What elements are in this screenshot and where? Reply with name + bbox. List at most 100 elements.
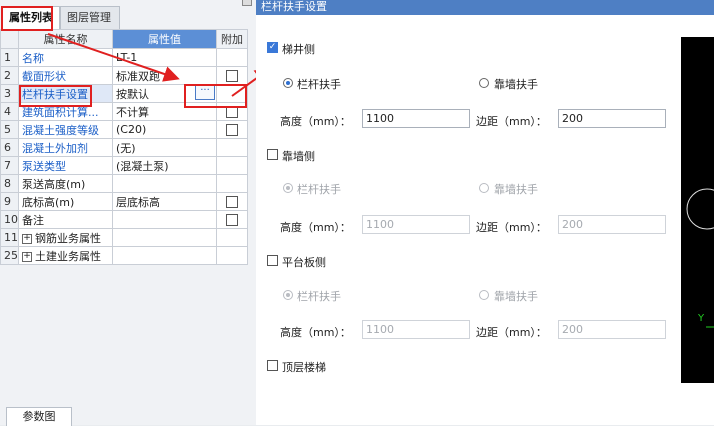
wall-railing-radio[interactable] xyxy=(283,183,293,193)
tab-layer-management[interactable]: 图层管理 xyxy=(60,6,120,30)
property-name: 底标高(m) xyxy=(18,192,113,211)
addition-cell xyxy=(216,120,248,139)
table-row[interactable]: 5 混凝土强度等级 (C20) xyxy=(0,120,248,139)
stairwell-wall-radio[interactable] xyxy=(479,78,489,88)
wall-railing-label: 栏杆扶手 xyxy=(297,183,341,196)
table-row[interactable]: 11 + 钢筋业务属性 xyxy=(0,228,248,247)
top-floor-label: 顶层楼梯 xyxy=(282,361,326,374)
wall-height-input[interactable]: 1100 xyxy=(362,215,470,234)
header-corner xyxy=(0,29,19,49)
wall-height-label: 高度（mm）： xyxy=(280,221,351,234)
platform-railing-radio[interactable] xyxy=(283,290,293,300)
addition-cell xyxy=(216,156,248,175)
table-row[interactable]: 7 泵送类型 (混凝土泵) xyxy=(0,156,248,175)
addition-cell xyxy=(216,174,248,193)
table-row[interactable]: 8 泵送高度(m) xyxy=(0,174,248,193)
property-name: 泵送高度(m) xyxy=(18,174,113,193)
property-table: 属性名称 属性值 附加 1 名称 LT-1 2 截面形状 标准双跑 3 栏杆扶手… xyxy=(0,29,248,265)
table-header-row: 属性名称 属性值 附加 xyxy=(0,29,248,49)
platform-side-checkbox[interactable] xyxy=(267,255,278,266)
property-value[interactable]: LT-1 xyxy=(112,48,217,67)
row-number: 1 xyxy=(0,48,19,67)
platform-side-label: 平台板侧 xyxy=(282,256,326,269)
addition-checkbox[interactable] xyxy=(226,214,238,226)
wall-side-checkbox[interactable] xyxy=(267,149,278,160)
property-value[interactable]: (混凝土泵) xyxy=(112,156,217,175)
property-name: 混凝土强度等级 xyxy=(18,120,113,139)
platform-wall-label: 靠墙扶手 xyxy=(494,290,538,303)
addition-cell xyxy=(216,66,248,85)
annotation-box-tab xyxy=(1,6,53,31)
preview-canvas[interactable]: Y xyxy=(681,37,714,383)
stairwell-railing-radio[interactable] xyxy=(283,78,293,88)
stairwell-margin-input[interactable]: 200 xyxy=(558,109,666,128)
addition-cell xyxy=(216,138,248,157)
row-number: 8 xyxy=(0,174,19,193)
table-row[interactable]: 6 混凝土外加剂 (无) xyxy=(0,138,248,157)
table-row[interactable]: 10 备注 xyxy=(0,210,248,229)
addition-checkbox[interactable] xyxy=(226,124,238,136)
row-number: 9 xyxy=(0,192,19,211)
property-name: 混凝土外加剂 xyxy=(18,138,113,157)
wall-wall-label: 靠墙扶手 xyxy=(494,183,538,196)
property-name: 截面形状 xyxy=(18,66,113,85)
addition-checkbox[interactable] xyxy=(226,196,238,208)
stairwell-margin-label: 边距（mm）： xyxy=(476,115,547,128)
platform-height-label: 高度（mm）： xyxy=(280,326,351,339)
row-number: 11 xyxy=(0,228,19,247)
platform-railing-label: 栏杆扶手 xyxy=(297,290,341,303)
property-value[interactable] xyxy=(112,210,217,229)
platform-margin-input[interactable]: 200 xyxy=(558,320,666,339)
addition-checkbox[interactable] xyxy=(226,70,238,82)
platform-margin-label: 边距（mm）： xyxy=(476,326,547,339)
table-row[interactable]: 9 底标高(m) 层底标高 xyxy=(0,192,248,211)
annotation-box-railing-row xyxy=(19,85,92,107)
axis-y-label: Y xyxy=(698,313,705,324)
property-group[interactable]: + 土建业务属性 xyxy=(18,246,113,265)
property-value xyxy=(112,228,217,247)
table-row[interactable]: 2 截面形状 标准双跑 xyxy=(0,66,248,85)
header-addition: 附加 xyxy=(216,29,248,49)
stairwell-wall-label: 靠墙扶手 xyxy=(494,78,538,91)
header-property-value: 属性值 xyxy=(112,29,217,49)
wall-margin-label: 边距（mm）： xyxy=(476,221,547,234)
row-number: 6 xyxy=(0,138,19,157)
properties-panel: 属性列表 图层管理 属性名称 属性值 附加 1 名称 LT-1 2 截面形状 标… xyxy=(0,0,257,426)
property-group[interactable]: + 钢筋业务属性 xyxy=(18,228,113,247)
property-name: 名称 xyxy=(18,48,113,67)
pin-icon[interactable] xyxy=(242,0,252,6)
row-number: 7 xyxy=(0,156,19,175)
addition-cell xyxy=(216,228,248,247)
preview-arc-shape xyxy=(686,188,714,230)
row-number: 5 xyxy=(0,120,19,139)
wall-margin-input[interactable]: 200 xyxy=(558,215,666,234)
table-row[interactable]: 25 + 土建业务属性 xyxy=(0,246,248,265)
row-number: 10 xyxy=(0,210,19,229)
stairwell-side-checkbox[interactable]: ✓ xyxy=(267,42,278,53)
annotation-box-ellipsis xyxy=(184,84,247,108)
property-name: 备注 xyxy=(18,210,113,229)
expand-icon[interactable]: + xyxy=(22,251,32,262)
preview-drawing xyxy=(686,188,714,328)
wall-side-label: 靠墙侧 xyxy=(282,150,315,163)
addition-cell xyxy=(216,192,248,211)
property-value[interactable]: 标准双跑 xyxy=(112,66,217,85)
property-value[interactable]: 层底标高 xyxy=(112,192,217,211)
platform-wall-radio[interactable] xyxy=(479,290,489,300)
row-number: 3 xyxy=(0,84,19,103)
tab-parameter-diagram[interactable]: 参数图 xyxy=(6,407,72,426)
property-name: 钢筋业务属性 xyxy=(35,231,101,245)
property-value[interactable]: (C20) xyxy=(112,120,217,139)
property-value xyxy=(112,246,217,265)
property-value[interactable] xyxy=(112,174,217,193)
addition-cell xyxy=(216,210,248,229)
platform-height-input[interactable]: 1100 xyxy=(362,320,470,339)
property-value[interactable]: (无) xyxy=(112,138,217,157)
property-name: 土建业务属性 xyxy=(35,249,101,263)
stairwell-side-label: 梯井侧 xyxy=(282,43,315,56)
wall-wall-radio[interactable] xyxy=(479,183,489,193)
stairwell-height-input[interactable]: 1100 xyxy=(362,109,470,128)
table-row[interactable]: 1 名称 LT-1 xyxy=(0,48,248,67)
top-floor-checkbox[interactable] xyxy=(267,360,278,371)
expand-icon[interactable]: + xyxy=(22,233,32,244)
